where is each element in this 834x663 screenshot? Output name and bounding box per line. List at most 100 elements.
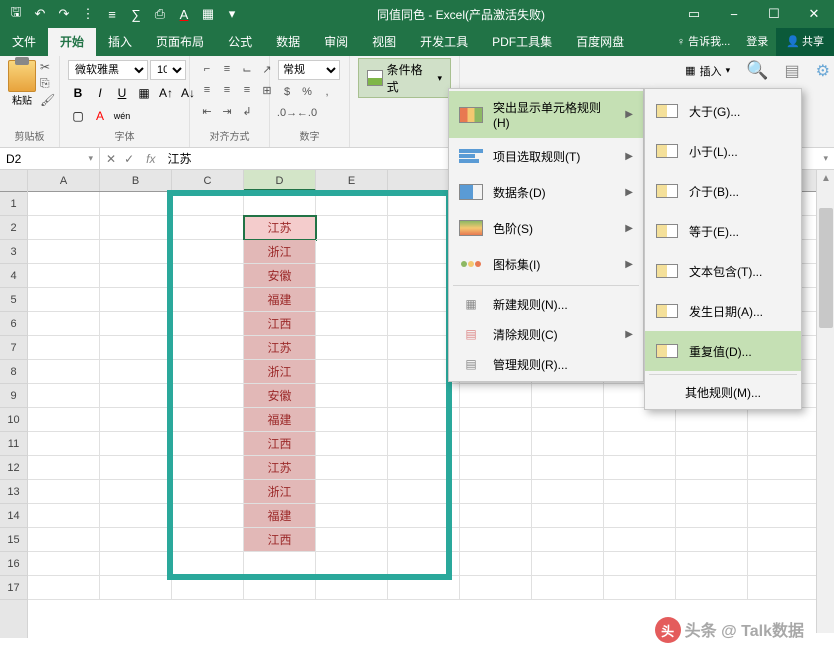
cell[interactable]: [100, 528, 172, 552]
maximize-icon[interactable]: ☐: [754, 0, 794, 28]
cell[interactable]: [244, 576, 316, 600]
cell[interactable]: [172, 432, 244, 456]
col-header[interactable]: E: [316, 170, 388, 191]
row-header[interactable]: 5: [0, 288, 27, 312]
cell[interactable]: [316, 552, 388, 576]
cell[interactable]: [460, 456, 532, 480]
row-header[interactable]: 11: [0, 432, 27, 456]
align-center-icon[interactable]: ≡: [218, 81, 236, 99]
cell[interactable]: [100, 456, 172, 480]
cell[interactable]: [460, 576, 532, 600]
cell[interactable]: [28, 192, 100, 216]
cell[interactable]: [316, 408, 388, 432]
autosum-icon[interactable]: ∑: [126, 4, 146, 24]
cell[interactable]: [748, 432, 820, 456]
cell[interactable]: [460, 384, 532, 408]
accept-formula-icon[interactable]: ✓: [124, 152, 134, 166]
cell[interactable]: [604, 456, 676, 480]
cell[interactable]: 江西: [244, 312, 316, 336]
cell[interactable]: [388, 456, 460, 480]
cell[interactable]: [28, 336, 100, 360]
paste-button[interactable]: 粘贴: [8, 60, 36, 107]
cell[interactable]: 江西: [244, 432, 316, 456]
save-icon[interactable]: 🖫: [6, 4, 26, 24]
cell[interactable]: [748, 552, 820, 576]
cell[interactable]: [604, 528, 676, 552]
undo-icon[interactable]: ↶: [30, 4, 50, 24]
redo-icon[interactable]: ↷: [54, 4, 74, 24]
font-name-select[interactable]: 微软雅黑: [68, 60, 148, 80]
align-right-icon[interactable]: ≡: [238, 81, 256, 99]
cell[interactable]: [172, 552, 244, 576]
cell[interactable]: [172, 528, 244, 552]
cell[interactable]: [172, 384, 244, 408]
cell[interactable]: [172, 504, 244, 528]
cell[interactable]: [460, 408, 532, 432]
cell[interactable]: [532, 528, 604, 552]
tab-layout[interactable]: 页面布局: [144, 28, 216, 56]
menu-icon-sets[interactable]: 图标集(I)▶: [449, 246, 643, 282]
cell[interactable]: [316, 288, 388, 312]
cell[interactable]: [172, 360, 244, 384]
menu-data-bars[interactable]: 数据条(D)▶: [449, 174, 643, 210]
conditional-formatting-button[interactable]: 条件格式 ▾: [358, 58, 451, 98]
cell[interactable]: [460, 552, 532, 576]
menu-new-rule[interactable]: ▦ 新建规则(N)...: [449, 289, 643, 319]
cell[interactable]: [388, 504, 460, 528]
tab-review[interactable]: 审阅: [312, 28, 360, 56]
border-button[interactable]: ▦: [134, 83, 154, 103]
cell[interactable]: [100, 312, 172, 336]
phonetic-button[interactable]: wén: [112, 106, 132, 126]
scroll-up-icon[interactable]: ▲: [817, 170, 834, 188]
addins-icon[interactable]: ⚙: [816, 61, 830, 81]
cell[interactable]: [28, 264, 100, 288]
select-all-corner[interactable]: [0, 170, 27, 192]
col-header[interactable]: A: [28, 170, 100, 191]
align-bot-icon[interactable]: ⌙: [238, 60, 256, 78]
cell[interactable]: [28, 576, 100, 600]
grow-font-icon[interactable]: A↑: [156, 83, 176, 103]
cell[interactable]: 江苏: [244, 216, 316, 240]
cell[interactable]: [316, 192, 388, 216]
tab-pdf[interactable]: PDF工具集: [480, 28, 564, 56]
font-color-button[interactable]: A: [90, 106, 110, 126]
cancel-formula-icon[interactable]: ✕: [106, 152, 116, 166]
cell[interactable]: [676, 432, 748, 456]
cell[interactable]: [532, 456, 604, 480]
cell[interactable]: [676, 480, 748, 504]
ribbon-options-icon[interactable]: ▭: [674, 0, 714, 28]
cell[interactable]: [100, 384, 172, 408]
cell[interactable]: [532, 552, 604, 576]
cell[interactable]: [388, 552, 460, 576]
comma-icon[interactable]: ,: [318, 83, 336, 101]
cell[interactable]: [28, 360, 100, 384]
cell[interactable]: [172, 456, 244, 480]
cell[interactable]: [316, 240, 388, 264]
row-header[interactable]: 3: [0, 240, 27, 264]
cell[interactable]: [316, 528, 388, 552]
cell[interactable]: [316, 264, 388, 288]
cell[interactable]: [172, 240, 244, 264]
cell[interactable]: [748, 528, 820, 552]
cell[interactable]: [100, 408, 172, 432]
cell[interactable]: [28, 216, 100, 240]
cell[interactable]: 福建: [244, 288, 316, 312]
row-header[interactable]: 1: [0, 192, 27, 216]
share-button[interactable]: 👤共享: [776, 28, 834, 56]
cell[interactable]: 江苏: [244, 336, 316, 360]
cell[interactable]: [460, 432, 532, 456]
cell[interactable]: [100, 288, 172, 312]
align-top-icon[interactable]: ⌐: [198, 60, 216, 78]
cell[interactable]: [172, 264, 244, 288]
menu-highlight-rules[interactable]: 突出显示单元格规则(H)▶: [449, 91, 643, 138]
cell[interactable]: 江苏: [244, 456, 316, 480]
cell[interactable]: [28, 288, 100, 312]
cell[interactable]: [316, 456, 388, 480]
cell[interactable]: 安徽: [244, 264, 316, 288]
cell[interactable]: [748, 456, 820, 480]
print-icon[interactable]: ⎙: [150, 4, 170, 24]
cell[interactable]: [532, 480, 604, 504]
cell[interactable]: [100, 216, 172, 240]
fill-color-button[interactable]: ▢: [68, 106, 88, 126]
find-icon[interactable]: 🔍: [746, 60, 768, 81]
